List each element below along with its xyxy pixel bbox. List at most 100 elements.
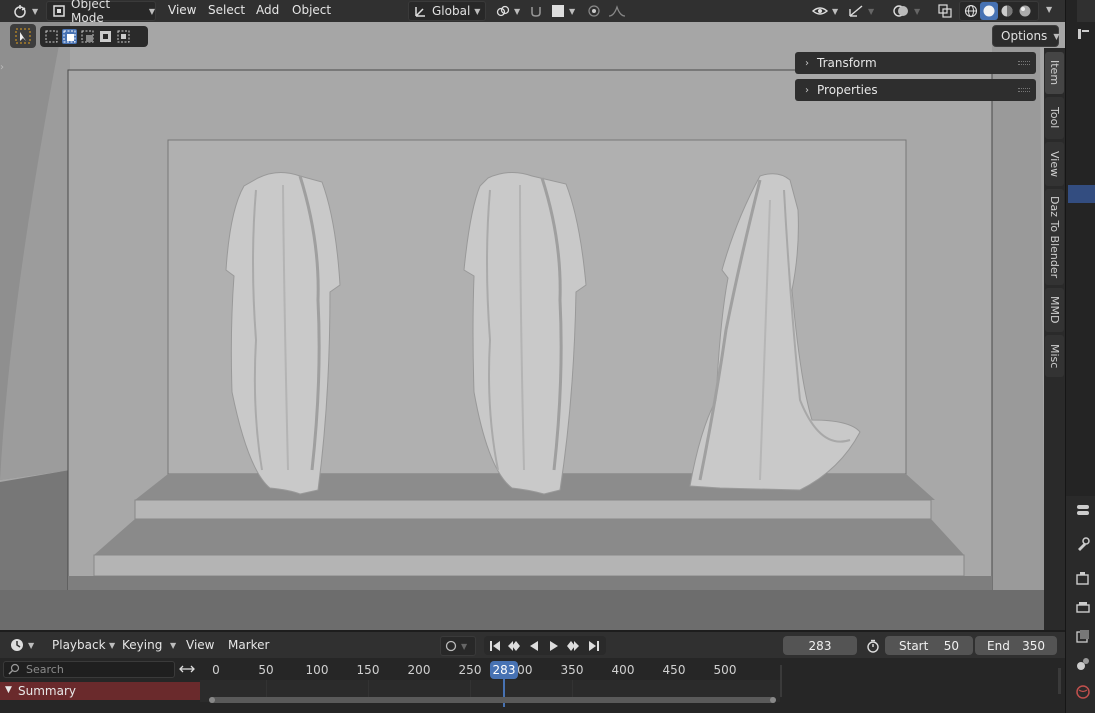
rendered-shading-icon[interactable] [1016, 4, 1034, 18]
timeline-editor-type[interactable]: ▼ [6, 635, 38, 655]
tab-view[interactable]: View [1045, 142, 1064, 186]
tab-item-label: Item [1048, 60, 1061, 86]
menu-add[interactable]: Add [256, 3, 279, 17]
menu-playback[interactable]: Playback [52, 638, 106, 652]
scene-properties-icon[interactable] [1075, 656, 1091, 672]
timeline-scrollbar[interactable] [209, 697, 776, 703]
drag-handle-icon[interactable] [1018, 88, 1030, 92]
chevron-down-icon: ▼ [474, 6, 481, 16]
menu-timeline-view[interactable]: View [186, 638, 214, 652]
snap-toggle[interactable] [527, 1, 547, 21]
xray-toggle[interactable] [937, 1, 955, 21]
menu-select[interactable]: Select [208, 3, 245, 17]
scroll-handle-right[interactable] [770, 697, 776, 703]
stopwatch-icon[interactable] [864, 637, 882, 655]
play-icon[interactable] [545, 637, 563, 655]
start-frame-field[interactable]: Start 50 [885, 636, 973, 655]
jump-end-icon[interactable] [585, 637, 603, 655]
search-icon [8, 663, 20, 678]
object-mode-icon [52, 4, 66, 18]
tab-mmd[interactable]: MMD [1045, 288, 1064, 332]
current-frame-field[interactable]: 283 [783, 636, 857, 655]
auto-keying-dropdown[interactable]: ▼ [440, 636, 476, 656]
output-properties-icon[interactable] [1075, 600, 1091, 616]
proportional-edit-toggle[interactable] [585, 1, 603, 21]
toolbar-expand-icon[interactable]: › [0, 62, 4, 73]
keyframe-next-icon[interactable] [564, 637, 582, 655]
frame-tick: 200 [407, 663, 431, 677]
tab-misc[interactable]: Misc [1045, 335, 1064, 377]
playhead-frame-label: 283 [492, 663, 516, 677]
frame-tick: 50 [258, 663, 274, 677]
overlay-dropdown[interactable]: ▼ [890, 1, 930, 21]
tab-item[interactable]: Item [1045, 52, 1064, 94]
swap-arrows-icon[interactable] [178, 662, 196, 679]
menu-view[interactable]: View [168, 3, 196, 17]
wireframe-shading-icon[interactable] [962, 4, 980, 18]
orientation-dropdown[interactable]: Global ▼ [408, 1, 486, 21]
material-shading-icon[interactable] [998, 4, 1016, 18]
editor-type-button[interactable]: ▼ [4, 1, 42, 21]
menu-object[interactable]: Object [292, 3, 331, 17]
shading-options-chevron-icon[interactable]: ▼ [1046, 5, 1052, 14]
frame-tick: 100 [305, 663, 329, 677]
frame-tick: 450 [662, 663, 686, 677]
scroll-handle-left[interactable] [209, 697, 215, 703]
channel-search-input[interactable]: Search [3, 661, 175, 678]
drag-handle-icon[interactable] [1018, 61, 1030, 65]
pivot-button[interactable]: ▼ [494, 1, 522, 21]
panel-transform-label: Transform [817, 56, 877, 70]
jump-start-icon[interactable] [486, 637, 504, 655]
select-intersect-icon[interactable] [116, 29, 131, 44]
select-subtract-icon[interactable] [80, 29, 95, 44]
panel-properties[interactable]: › Properties [795, 79, 1036, 101]
chevron-down-icon: ▼ [1053, 31, 1060, 41]
gizmo-dropdown[interactable]: ▼ [846, 1, 884, 21]
overlay-icon [892, 4, 910, 18]
chevron-down-icon: ▼ [868, 6, 875, 16]
menu-keying[interactable]: Keying [122, 638, 162, 652]
properties-editor-icon[interactable] [1075, 502, 1091, 518]
chevron-down-icon: ▼ [832, 6, 839, 16]
start-frame-label: Start [899, 638, 929, 653]
mode-dropdown[interactable]: Object Mode ▼ [46, 0, 156, 25]
options-dropdown[interactable]: Options ▼ [992, 25, 1059, 47]
panel-transform[interactable]: › Transform [795, 52, 1036, 74]
select-new-icon[interactable] [44, 29, 59, 44]
end-frame-field[interactable]: End 350 [975, 636, 1057, 655]
play-reverse-icon[interactable] [525, 637, 543, 655]
xray-icon [938, 4, 952, 18]
world-properties-icon[interactable] [1075, 684, 1091, 700]
tab-misc-label: Misc [1048, 343, 1061, 369]
chevron-down-icon: ▼ [148, 6, 155, 16]
summary-channel[interactable]: ▼ Summary [0, 682, 200, 700]
tab-tool-label: Tool [1048, 107, 1061, 129]
select-extend-icon[interactable] [62, 29, 77, 44]
select-invert-icon[interactable] [98, 29, 113, 44]
keyframe-prev-icon[interactable] [505, 637, 523, 655]
tab-tool[interactable]: Tool [1045, 97, 1064, 139]
visibility-dropdown[interactable]: ▼ [810, 1, 842, 21]
solid-shading-icon[interactable] [980, 2, 998, 20]
playhead-frame-badge[interactable]: 283 [490, 661, 518, 679]
menu-marker[interactable]: Marker [228, 638, 269, 652]
tool-settings-icon[interactable] [1075, 536, 1091, 552]
frame-tick: 500 [713, 663, 737, 677]
editor-type-icon [12, 4, 28, 18]
chevron-down-icon: ▼ [170, 641, 177, 650]
options-label: Options [1001, 29, 1048, 43]
outliner-selected-row[interactable] [1068, 185, 1095, 203]
snap-target-dropdown[interactable]: ▼ [549, 1, 579, 21]
panel-properties-label: Properties [817, 83, 878, 97]
vertical-scrollbar[interactable] [1058, 668, 1061, 694]
frame-tick: 150 [356, 663, 380, 677]
select-tool-button[interactable] [10, 24, 36, 48]
square-icon [551, 4, 565, 18]
record-icon [445, 640, 457, 652]
outliner-icon[interactable] [1075, 26, 1091, 42]
view-layer-icon[interactable] [1075, 628, 1091, 644]
falloff-dropdown[interactable] [606, 1, 636, 21]
search-placeholder: Search [26, 663, 64, 676]
tab-daz-to-blender[interactable]: Daz To Blender [1045, 189, 1064, 285]
render-properties-icon[interactable] [1075, 571, 1091, 587]
